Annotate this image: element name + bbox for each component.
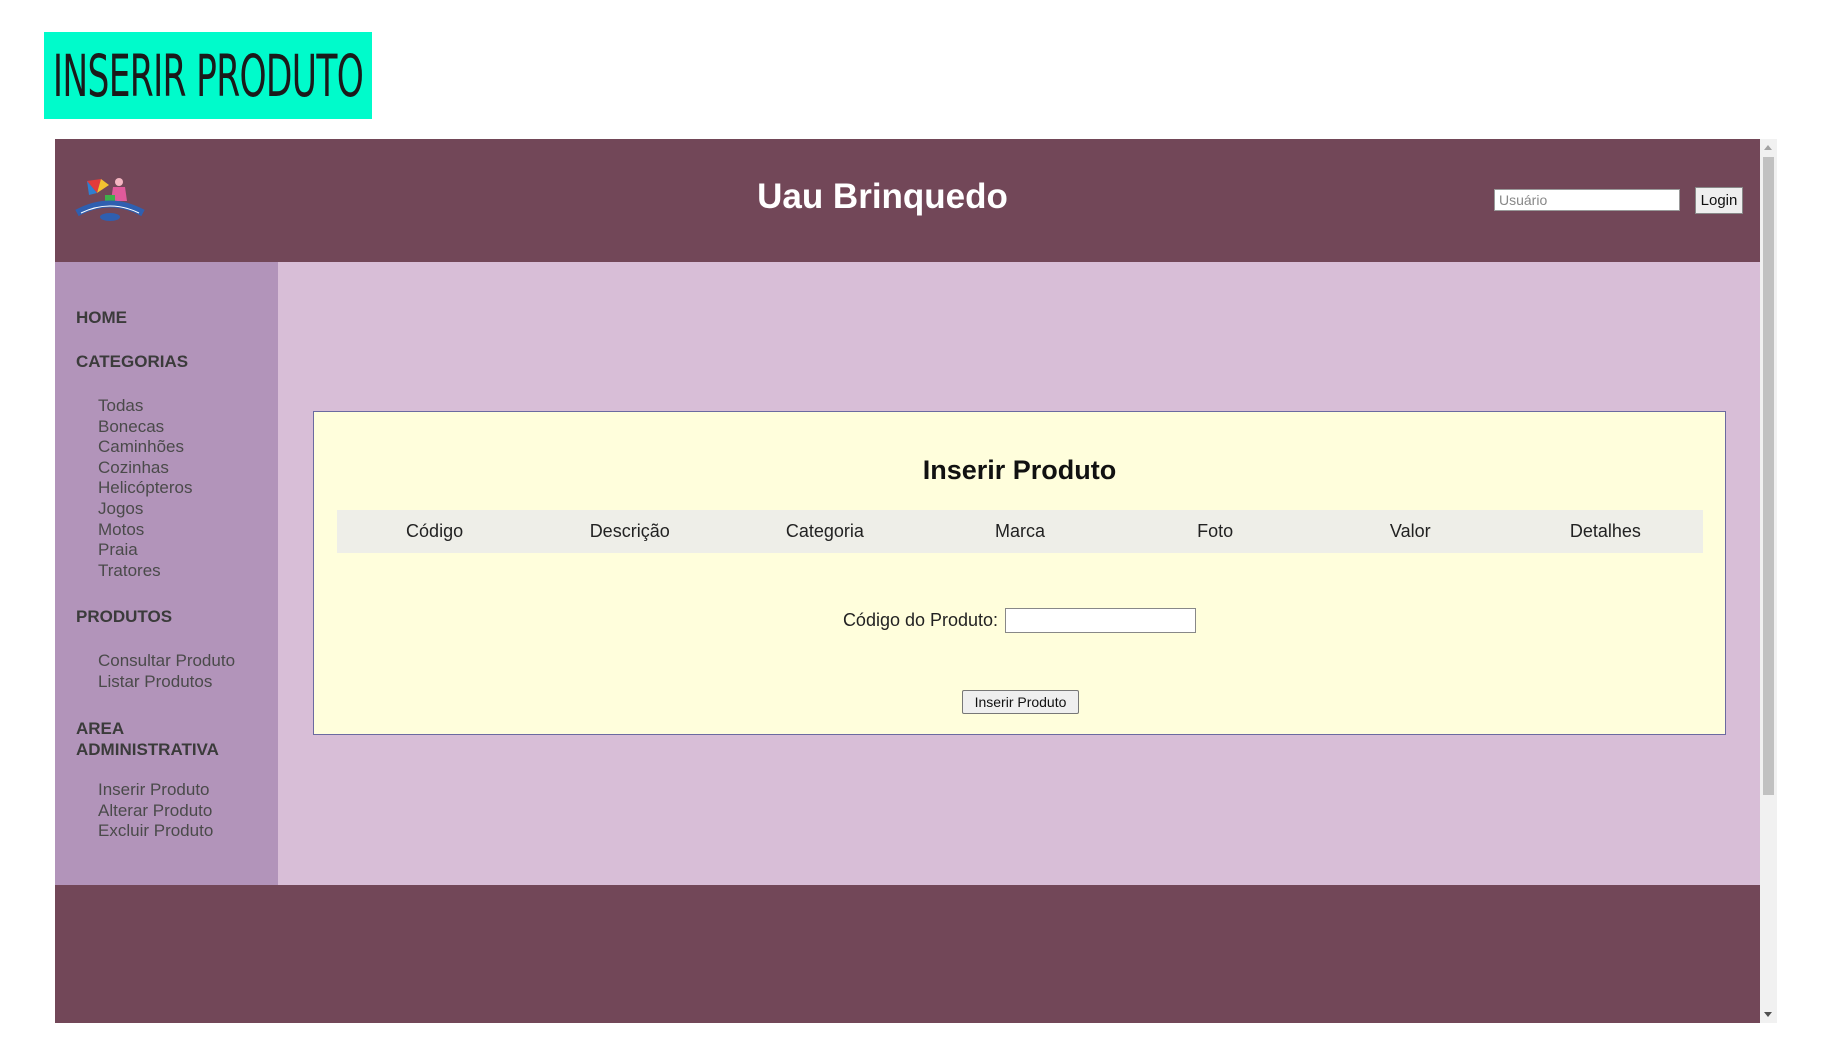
- sidebar-item-consultar-produto[interactable]: Consultar Produto: [98, 651, 235, 672]
- column-header-foto: Foto: [1197, 521, 1234, 541]
- column-header-descricao: Descrição: [589, 521, 670, 541]
- sidebar-item-cozinhas[interactable]: Cozinhas: [98, 458, 193, 479]
- column-header-valor: Valor: [1389, 521, 1431, 541]
- sidebar-item-alterar-produto[interactable]: Alterar Produto: [98, 801, 213, 822]
- sidebar-item-motos[interactable]: Motos: [98, 520, 193, 541]
- banner-title: Inserir Produto: [52, 41, 364, 110]
- sidebar-item-home[interactable]: HOME: [76, 307, 127, 328]
- page-banner: Inserir Produto: [44, 32, 372, 119]
- username-input[interactable]: [1494, 189, 1680, 211]
- sidebar-item-tratores[interactable]: Tratores: [98, 561, 193, 582]
- scroll-up-arrow-icon[interactable]: [1764, 145, 1772, 150]
- browser-window: Uau Brinquedo Login HOME CATEGORIAS Toda…: [55, 139, 1777, 1023]
- site-footer: [55, 885, 1760, 1023]
- sidebar-item-excluir-produto[interactable]: Excluir Produto: [98, 821, 213, 842]
- sidebar-item-bonecas[interactable]: Bonecas: [98, 417, 193, 438]
- sidebar-heading-admin-line1: AREA: [76, 719, 125, 738]
- scroll-thumb[interactable]: [1763, 157, 1774, 795]
- main-content: Inserir Produto Código Descrição Categor…: [278, 262, 1760, 885]
- sidebar-heading-admin-line2: ADMINISTRATIVA: [76, 740, 219, 759]
- vertical-scrollbar[interactable]: [1760, 139, 1777, 1023]
- product-code-row: Código do Produto:: [314, 608, 1725, 633]
- sidebar-item-jogos[interactable]: Jogos: [98, 499, 193, 520]
- column-header-codigo: Código: [406, 521, 464, 541]
- insert-product-panel: Inserir Produto Código Descrição Categor…: [313, 411, 1726, 735]
- site-header: Uau Brinquedo Login: [55, 139, 1760, 262]
- product-code-label: Código do Produto:: [842, 610, 999, 630]
- product-table-header: Código Descrição Categoria Marca Foto Va…: [337, 510, 1703, 553]
- column-header-categoria: Categoria: [785, 521, 864, 541]
- produtos-list: Consultar Produto Listar Produtos: [98, 651, 235, 692]
- product-code-input[interactable]: [1005, 608, 1197, 633]
- sidebar-item-inserir-produto[interactable]: Inserir Produto: [98, 780, 213, 801]
- sidebar-heading-produtos[interactable]: PRODUTOS: [76, 606, 172, 627]
- login-button[interactable]: Login: [1695, 187, 1743, 214]
- categorias-list: Todas Bonecas Caminhões Cozinhas Helicóp…: [98, 396, 193, 581]
- column-header-marca: Marca: [994, 521, 1045, 541]
- insert-product-button[interactable]: Inserir Produto: [962, 690, 1079, 714]
- sidebar-heading-categorias[interactable]: CATEGORIAS: [76, 351, 188, 372]
- scroll-down-arrow-icon[interactable]: [1764, 1012, 1772, 1017]
- column-header-detalhes: Detalhes: [1569, 521, 1641, 541]
- sidebar-item-caminhoes[interactable]: Caminhões: [98, 437, 193, 458]
- sidebar-item-todas[interactable]: Todas: [98, 396, 193, 417]
- sidebar-nav: HOME CATEGORIAS Todas Bonecas Caminhões …: [55, 262, 278, 885]
- panel-title: Inserir Produto: [922, 455, 1117, 485]
- admin-list: Inserir Produto Alterar Produto Excluir …: [98, 780, 213, 842]
- sidebar-item-listar-produtos[interactable]: Listar Produtos: [98, 672, 235, 693]
- sidebar-heading-admin[interactable]: AREA ADMINISTRATIVA: [76, 718, 219, 760]
- sidebar-item-helicopteros[interactable]: Helicópteros: [98, 478, 193, 499]
- page-viewport: Uau Brinquedo Login HOME CATEGORIAS Toda…: [55, 139, 1760, 1023]
- sidebar-item-praia[interactable]: Praia: [98, 540, 193, 561]
